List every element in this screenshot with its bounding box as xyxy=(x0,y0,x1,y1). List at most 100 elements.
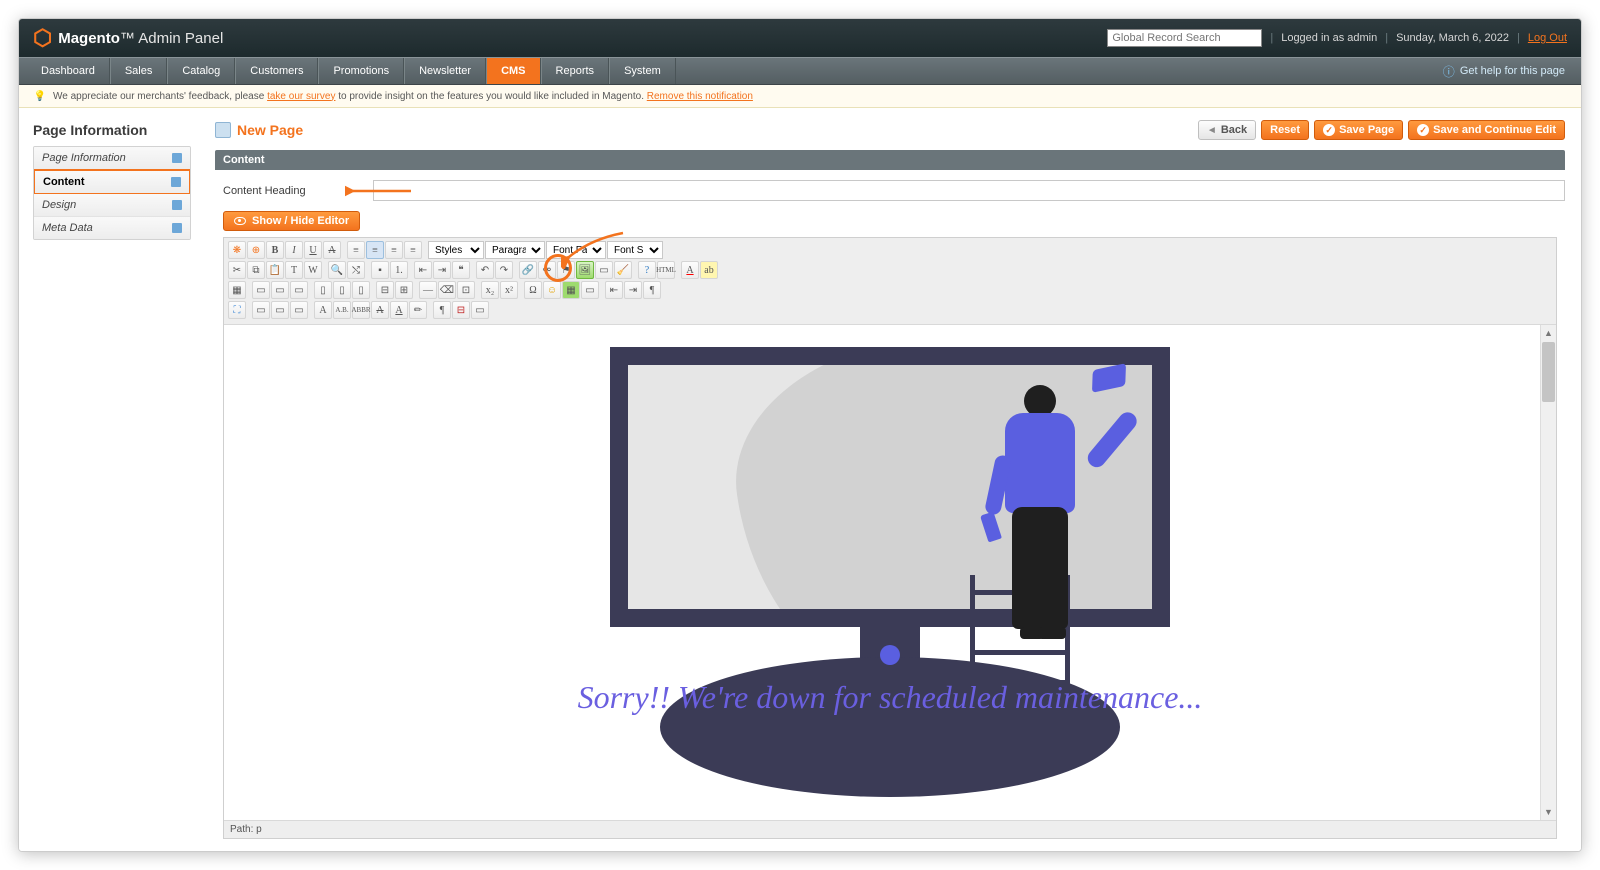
row-before-button[interactable]: ▭ xyxy=(252,281,270,299)
paste-word-button[interactable]: W xyxy=(304,261,322,279)
paste-button[interactable]: 📋 xyxy=(266,261,284,279)
help-button[interactable]: ? xyxy=(638,261,656,279)
subscript-button[interactable]: x₂ xyxy=(481,281,499,299)
bold-button[interactable]: B xyxy=(266,241,284,259)
abbr-button[interactable]: ABBR xyxy=(352,301,370,319)
css-button[interactable]: A xyxy=(314,301,332,319)
styles-select[interactable]: Styles xyxy=(428,241,484,259)
emoticon-button[interactable]: ☺ xyxy=(543,281,561,299)
layer-back-button[interactable]: ▭ xyxy=(252,301,270,319)
toggle-editor-button[interactable]: Show / Hide Editor xyxy=(223,211,360,231)
global-search-input[interactable] xyxy=(1107,29,1262,47)
nav-item-customers[interactable]: Customers xyxy=(235,58,318,84)
redo-button[interactable]: ↷ xyxy=(495,261,513,279)
special-char-button[interactable]: Ω xyxy=(524,281,542,299)
html-button[interactable]: HTML xyxy=(657,261,675,279)
unlink-button[interactable]: ⚮ xyxy=(538,261,556,279)
table-button[interactable]: ▦ xyxy=(228,281,246,299)
blockquote-button[interactable]: ❝ xyxy=(452,261,470,279)
text-color-button[interactable]: A xyxy=(681,261,699,279)
col-before-button[interactable]: ▯ xyxy=(314,281,332,299)
font-family-select[interactable]: Font Family xyxy=(546,241,606,259)
nav-item-dashboard[interactable]: Dashboard xyxy=(27,58,110,84)
visual-aid-button[interactable]: ⊡ xyxy=(457,281,475,299)
cut-button[interactable]: ✂ xyxy=(228,261,246,279)
sidebar-tab-page-information[interactable]: Page Information xyxy=(34,147,190,170)
scroll-thumb[interactable] xyxy=(1542,342,1555,402)
nav-item-sales[interactable]: Sales xyxy=(110,58,168,84)
insert-image-button[interactable]: 🖼 xyxy=(576,261,594,279)
nav-item-newsletter[interactable]: Newsletter xyxy=(404,58,486,84)
sidebar-tab-meta-data[interactable]: Meta Data xyxy=(34,217,190,239)
undo-button[interactable]: ↶ xyxy=(476,261,494,279)
copy-button[interactable]: ⧉ xyxy=(247,261,265,279)
fullscreen-button[interactable]: ⛶ xyxy=(228,301,246,319)
align-left-button[interactable]: ≡ xyxy=(347,241,365,259)
font-size-select[interactable]: Font Size xyxy=(607,241,663,259)
save-button[interactable]: ✓Save Page xyxy=(1314,120,1403,140)
logout-link[interactable]: Log Out xyxy=(1528,32,1567,44)
nav-item-promotions[interactable]: Promotions xyxy=(318,58,404,84)
nav-item-cms[interactable]: CMS xyxy=(486,58,540,84)
scroll-up-icon[interactable]: ▲ xyxy=(1541,325,1556,341)
variable-icon[interactable]: ⊕ xyxy=(247,241,265,259)
save-continue-button[interactable]: ✓Save and Continue Edit xyxy=(1408,120,1565,140)
superscript-button[interactable]: x² xyxy=(500,281,518,299)
align-right-button[interactable]: ≡ xyxy=(385,241,403,259)
template-button[interactable]: ▭ xyxy=(471,301,489,319)
delete-row-button[interactable]: ▭ xyxy=(290,281,308,299)
format-select[interactable]: Paragraph xyxy=(485,241,545,259)
iframe-button[interactable]: ▭ xyxy=(581,281,599,299)
bullet-list-button[interactable]: ▪ xyxy=(371,261,389,279)
attr-button[interactable]: ✏ xyxy=(409,301,427,319)
survey-link[interactable]: take our survey xyxy=(267,91,335,102)
vertical-scrollbar[interactable]: ▲ ▼ xyxy=(1540,325,1556,820)
reset-button[interactable]: Reset xyxy=(1261,120,1309,140)
preview-button[interactable]: ¶ xyxy=(643,281,661,299)
underline-button[interactable]: U xyxy=(304,241,322,259)
nbsp-button[interactable]: ⊟ xyxy=(452,301,470,319)
pagebreak-button[interactable]: ⇤ xyxy=(605,281,623,299)
print-button[interactable]: ⇥ xyxy=(624,281,642,299)
back-button[interactable]: ◄Back xyxy=(1198,120,1256,140)
paste-text-button[interactable]: T xyxy=(285,261,303,279)
media-embed-button[interactable]: ▦ xyxy=(562,281,580,299)
indent-button[interactable]: ⇥ xyxy=(433,261,451,279)
find-button[interactable]: 🔍 xyxy=(328,261,346,279)
hr-button[interactable]: — xyxy=(419,281,437,299)
widget-icon[interactable]: ❋ xyxy=(228,241,246,259)
number-list-button[interactable]: 1. xyxy=(390,261,408,279)
nav-item-system[interactable]: System xyxy=(609,58,676,84)
merge-cells-button[interactable]: ⊞ xyxy=(395,281,413,299)
sidebar-tab-content[interactable]: Content xyxy=(33,169,191,195)
editor-canvas[interactable]: Sorry!! We're down for scheduled mainten… xyxy=(224,325,1556,820)
anchor-button[interactable]: ⚑ xyxy=(557,261,575,279)
replace-button[interactable]: ⤭ xyxy=(347,261,365,279)
delete-col-button[interactable]: ▯ xyxy=(352,281,370,299)
link-button[interactable]: 🔗 xyxy=(519,261,537,279)
del-button[interactable]: A xyxy=(371,301,389,319)
content-heading-input[interactable] xyxy=(373,180,1565,201)
visualchars-button[interactable]: ¶ xyxy=(433,301,451,319)
align-justify-button[interactable]: ≡ xyxy=(404,241,422,259)
row-after-button[interactable]: ▭ xyxy=(271,281,289,299)
nav-item-reports[interactable]: Reports xyxy=(541,58,610,84)
ins-button[interactable]: A xyxy=(390,301,408,319)
help-link[interactable]: Get help for this page xyxy=(1460,65,1565,77)
split-cells-button[interactable]: ⊟ xyxy=(376,281,394,299)
scroll-down-icon[interactable]: ▼ xyxy=(1541,804,1556,820)
align-center-button[interactable]: ≡ xyxy=(366,241,384,259)
acronym-button[interactable]: A.B. xyxy=(333,301,351,319)
strike-button[interactable]: A xyxy=(323,241,341,259)
media-button[interactable]: ▭ xyxy=(595,261,613,279)
layer-front-button[interactable]: ▭ xyxy=(271,301,289,319)
cleanup-button[interactable]: 🧹 xyxy=(614,261,632,279)
sidebar-tab-design[interactable]: Design xyxy=(34,194,190,217)
col-after-button[interactable]: ▯ xyxy=(333,281,351,299)
abs-button[interactable]: ▭ xyxy=(290,301,308,319)
italic-button[interactable]: I xyxy=(285,241,303,259)
nav-item-catalog[interactable]: Catalog xyxy=(167,58,235,84)
outdent-button[interactable]: ⇤ xyxy=(414,261,432,279)
remove-notification-link[interactable]: Remove this notification xyxy=(647,91,753,102)
remove-format-button[interactable]: ⌫ xyxy=(438,281,456,299)
